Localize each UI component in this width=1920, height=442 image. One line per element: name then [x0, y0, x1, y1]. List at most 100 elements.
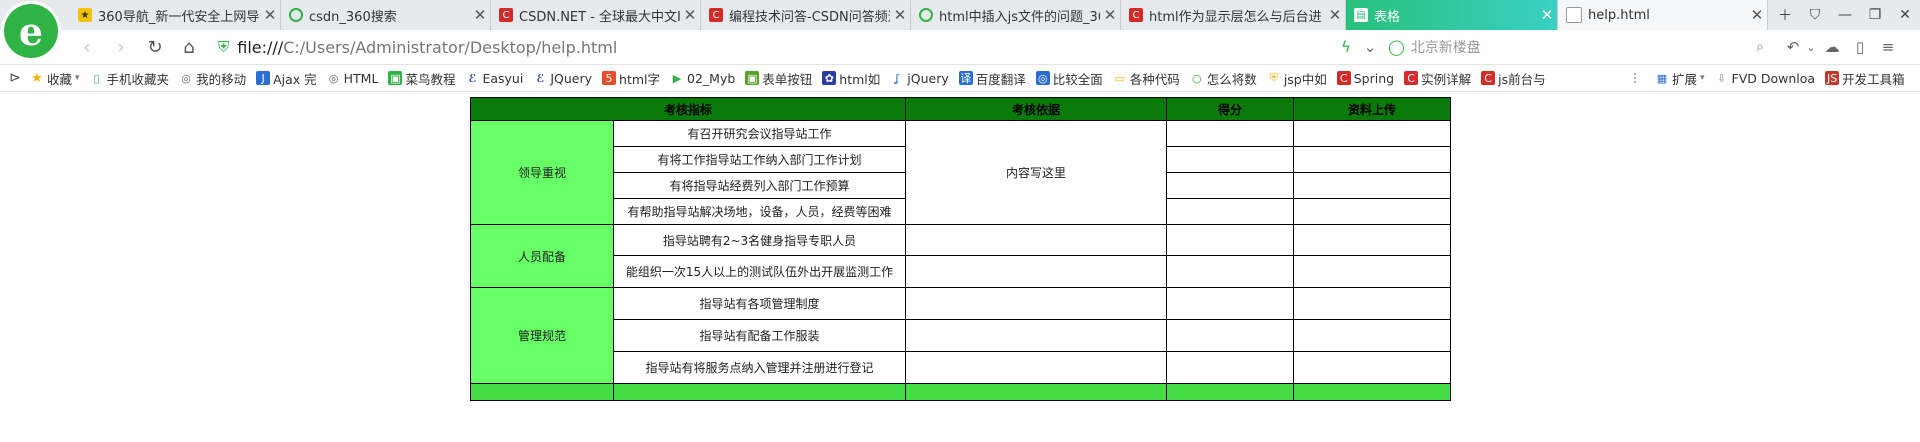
bookmark-item[interactable]: ◎ 我的移动	[179, 69, 246, 88]
dropdown-icon[interactable]: ⌄	[1358, 38, 1382, 56]
header-score: 得分	[1166, 97, 1295, 121]
score-cell[interactable]	[1166, 172, 1295, 199]
tab-360-nav[interactable]: ★ 360导航_新一代安全上网导航 ✕	[70, 0, 281, 30]
back-icon[interactable]: ‹	[70, 37, 104, 58]
sidebar-toggle-icon[interactable]: ⊳	[0, 70, 30, 86]
basis-cell[interactable]	[905, 287, 1168, 320]
bookmark-item[interactable]: ⛨ jsp中如	[1267, 69, 1327, 88]
bookmark-item[interactable]: ▯ 手机收藏夹	[90, 69, 170, 88]
group-label: 人员配备	[470, 224, 614, 288]
close-icon[interactable]: ✕	[470, 6, 490, 24]
upload-cell[interactable]	[1293, 287, 1452, 320]
upload-cell[interactable]	[1293, 255, 1452, 288]
bookmarks-right: ⋮ ▦ 扩展 ▾ ⇩ FVD Downloa JS 开发工具箱	[1625, 65, 1915, 91]
basis-cell[interactable]	[905, 224, 1168, 256]
reload-icon[interactable]: ↻	[138, 37, 172, 58]
bookmark-item[interactable]: Cjs前台与	[1481, 69, 1546, 88]
bookmark-item[interactable]: ▶ 02_Myb	[670, 71, 736, 86]
tab-csdn-net[interactable]: C CSDN.NET - 全球最大中文IT社区 ✕	[491, 0, 701, 30]
upload-cell[interactable]	[1293, 198, 1452, 225]
fvd-downloader-button[interactable]: ⇩ FVD Downloa	[1715, 71, 1815, 86]
star-icon: ★	[31, 70, 43, 86]
bookmark-favorites[interactable]: ★ 收藏 ▾	[30, 69, 79, 88]
mobile-icon[interactable]: ▯	[1846, 38, 1874, 56]
upload-cell[interactable]	[1293, 224, 1452, 256]
close-icon[interactable]: ✕	[260, 6, 280, 24]
new-tab-icon[interactable]: ＋	[1770, 5, 1800, 25]
shirt-icon[interactable]: ⛉	[1800, 7, 1830, 23]
upload-cell[interactable]	[1293, 120, 1452, 147]
bookmark-item[interactable]: ʆ jQuery	[890, 71, 948, 86]
restore-icon[interactable]: ❐	[1860, 7, 1890, 23]
close-icon[interactable]: ✕	[1325, 6, 1345, 24]
tab-help-html[interactable]: help.html ✕	[1558, 0, 1768, 30]
tab-html-backend[interactable]: C html作为显示层怎么与后台进 ✕	[1121, 0, 1346, 30]
bookmark-item[interactable]: 5 html字	[602, 69, 660, 88]
basis-cell[interactable]	[905, 351, 1168, 384]
tab-title: html作为显示层怎么与后台进	[1149, 9, 1322, 25]
forward-icon[interactable]: ›	[104, 37, 138, 58]
score-cell[interactable]	[1166, 120, 1295, 147]
c-icon: C	[1404, 71, 1419, 85]
devtools-button[interactable]: JS 开发工具箱	[1825, 69, 1905, 88]
undo-icon[interactable]: ↶	[1782, 38, 1804, 56]
score-cell[interactable]	[1166, 319, 1295, 352]
basis-cell[interactable]	[905, 255, 1168, 288]
score-cell[interactable]	[1166, 198, 1295, 225]
close-icon[interactable]: ✕	[890, 6, 910, 24]
tab-csdn-ask[interactable]: C 编程技术问答-CSDN问答频道 ✕	[701, 0, 911, 30]
extensions-button[interactable]: ▦ 扩展 ▾	[1655, 69, 1705, 88]
url-field[interactable]: ⛨ file:/// C:/Users/Administrator/Deskto…	[218, 36, 1340, 58]
bookmark-item[interactable]: 译百度翻译	[958, 69, 1026, 88]
e-icon: ℰ	[468, 71, 477, 85]
bookmark-item[interactable]: ◎ HTML	[327, 71, 379, 86]
bookmark-item[interactable]: ▭ 各种代码	[1113, 69, 1180, 88]
upload-cell[interactable]	[1293, 146, 1452, 173]
bookmark-item[interactable]: J Ajax 完	[256, 69, 317, 88]
indicator-cell: 有帮助指导站解决场地，设备，人员，经费等困难	[612, 198, 907, 225]
close-icon[interactable]: ✕	[680, 6, 700, 24]
tab-table-active[interactable]: ▤ 表格 ✕	[1346, 0, 1558, 30]
score-cell[interactable]	[1166, 224, 1295, 256]
bookmark-item[interactable]: ℰ Easyui	[465, 71, 523, 86]
tab-html-js[interactable]: html中插入js文件的问题_360 ✕	[911, 0, 1121, 30]
table-row: 指导站有将服务点纳入管理并注册进行登记	[471, 351, 1452, 384]
score-cell[interactable]	[1166, 287, 1295, 320]
score-cell[interactable]	[1166, 351, 1295, 384]
upload-cell[interactable]	[1293, 351, 1452, 384]
close-icon[interactable]: ✕	[1100, 6, 1120, 24]
menu-icon[interactable]: ≡	[1874, 38, 1902, 56]
score-cell[interactable]	[1166, 146, 1295, 173]
csdn-icon: C	[1129, 8, 1143, 22]
search-box[interactable]: ◯ 北京新楼盘 ⌕	[1388, 35, 1764, 59]
bookmark-item[interactable]: C 实例详解	[1404, 69, 1471, 88]
bookmark-item[interactable]: ○ 怎么将数	[1190, 69, 1257, 88]
bookmark-item[interactable]: C Spring	[1336, 71, 1394, 86]
search-icon[interactable]: ⌕	[1756, 39, 1764, 55]
toolbar-right-icons: ↶ ⌄ ☁ ▯ ≡	[1782, 30, 1902, 64]
lightning-icon[interactable]: ϟ	[1334, 38, 1358, 56]
more-icon[interactable]: ⋮	[1625, 71, 1645, 85]
square-icon: ▣	[388, 71, 403, 85]
upload-cell[interactable]	[1293, 319, 1452, 352]
browser-logo-icon[interactable]: e	[4, 4, 58, 58]
close-icon[interactable]: ✕	[1537, 6, 1557, 24]
cloud-icon[interactable]: ☁	[1818, 38, 1846, 56]
close-window-icon[interactable]: ✕	[1890, 7, 1920, 23]
bookmark-item[interactable]: ▣ 菜鸟教程	[388, 69, 455, 88]
table-row: 能组织一次15人以上的测试队伍外出开展监测工作	[471, 255, 1452, 288]
footer-cell	[612, 383, 907, 401]
bookmark-item[interactable]: ◎ 比较全面	[1035, 69, 1103, 88]
tab-csdn-search[interactable]: csdn_360搜索 ✕	[281, 0, 491, 30]
home-icon[interactable]: ⌂	[172, 37, 206, 58]
close-icon[interactable]: ✕	[1747, 6, 1767, 24]
undo-dropdown-icon[interactable]: ⌄	[1804, 41, 1818, 54]
basis-cell[interactable]	[905, 319, 1168, 352]
bookmark-item[interactable]: ▣ 表单按钮	[745, 69, 812, 88]
bookmark-item[interactable]: ✿ html如	[822, 69, 880, 88]
minimize-icon[interactable]: —	[1830, 7, 1860, 23]
upload-cell[interactable]	[1293, 172, 1452, 199]
folder-icon: ▭	[1114, 71, 1125, 85]
score-cell[interactable]	[1166, 255, 1295, 288]
bookmark-item[interactable]: ℰ JQuery	[533, 71, 592, 86]
